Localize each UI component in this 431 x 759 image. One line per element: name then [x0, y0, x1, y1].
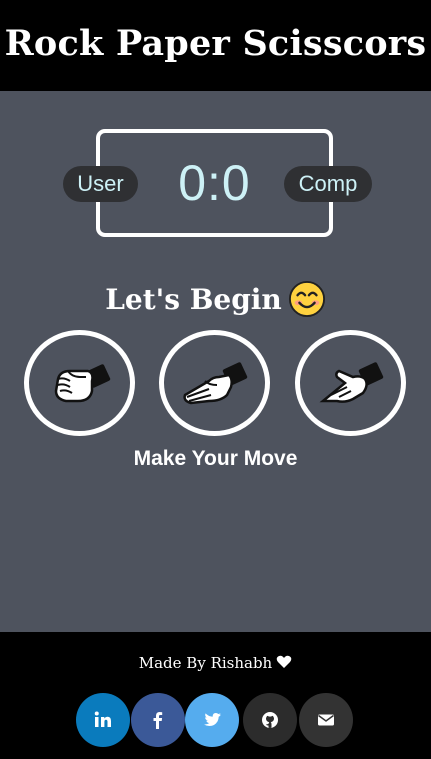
envelope-icon: [318, 714, 334, 726]
linkedin-icon: [94, 711, 111, 727]
scissors-choice-button[interactable]: [295, 330, 406, 436]
credit-line: Made By Rishabh: [0, 654, 431, 672]
twitter-button[interactable]: [185, 693, 239, 747]
rock-choice-button[interactable]: [24, 330, 135, 436]
result-message: Let's Begin: [0, 277, 431, 321]
heart-icon: [276, 655, 292, 668]
comp-badge: Comp: [284, 166, 372, 202]
scissors-hand-icon: [318, 362, 383, 403]
make-move-prompt: Make Your Move: [133, 447, 298, 470]
facebook-icon: [153, 712, 163, 729]
app-header: Rock Paper Scisscors: [0, 0, 431, 91]
email-button[interactable]: [299, 693, 353, 747]
footer: Made By Rishabh: [0, 632, 431, 759]
result-message-text: Let's Begin: [105, 282, 282, 316]
paper-choice-button[interactable]: [159, 330, 270, 436]
facebook-button[interactable]: [131, 693, 185, 747]
linkedin-button[interactable]: [76, 693, 130, 747]
game-area: 0:0 User Comp Let's Begin Make Your Move: [0, 91, 431, 632]
rock-hand-icon: [54, 364, 110, 403]
page-title: Rock Paper Scisscors: [4, 23, 427, 64]
user-badge: User: [63, 166, 138, 202]
github-icon: [262, 712, 278, 728]
twitter-icon: [204, 713, 221, 726]
credit-text: Made By Rishabh: [138, 654, 273, 672]
paper-hand-icon: [182, 362, 247, 405]
smiling-face-icon: [288, 280, 325, 318]
github-button[interactable]: [243, 693, 297, 747]
